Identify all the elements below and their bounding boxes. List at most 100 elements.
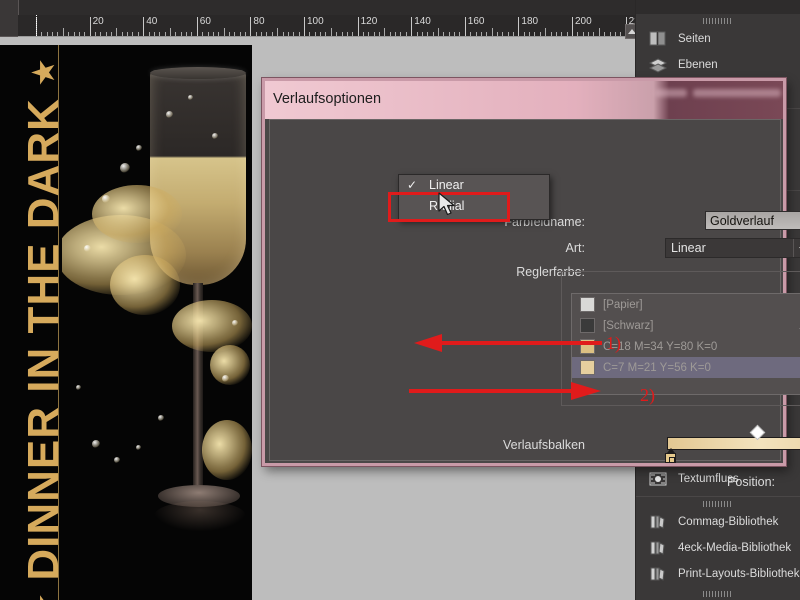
ruler-tick-minor: [400, 32, 402, 36]
ruler-tick-minor: [379, 32, 381, 36]
dock-item-print-layouts-bibliothek[interactable]: Print-Layouts-Bibliothek: [636, 561, 800, 587]
ruler-tick-minor: [523, 32, 525, 36]
swatch-name-input[interactable]: Goldverlauf: [705, 211, 800, 230]
dock-drag-grip[interactable]: [703, 18, 733, 24]
title-highlight-a: [655, 89, 687, 97]
position-label: Position:: [727, 475, 775, 489]
document-page[interactable]: ★ DINNER IN THE DARK ★: [0, 45, 252, 600]
ruler-tick-minor: [116, 28, 118, 36]
library-icon: [648, 565, 668, 583]
ruler-label: 180: [521, 16, 539, 27]
splash-shape: [110, 255, 180, 315]
ruler-tick-minor: [277, 28, 279, 36]
dock-item-seiten[interactable]: Seiten: [636, 26, 800, 52]
swatch-row[interactable]: [Papier]: [572, 294, 800, 315]
dock-drag-grip[interactable]: [703, 501, 733, 507]
ruler-tick-major: [89, 17, 91, 36]
ruler-tick-minor: [186, 32, 188, 36]
splash-shape: [172, 300, 252, 352]
ruler-tick-minor: [534, 32, 536, 36]
ruler-tick-minor: [432, 32, 434, 36]
ruler-tick-minor: [448, 32, 450, 36]
ruler-tick-minor: [121, 32, 123, 36]
gradient-ramp[interactable]: [667, 437, 800, 450]
ruler-tick-major: [572, 17, 573, 36]
ruler-tick-minor: [218, 32, 220, 36]
ruler-tick-minor: [78, 32, 80, 36]
ruler-tick-minor: [470, 32, 472, 36]
annotation-label-2: 2): [640, 385, 655, 405]
ruler-tick-minor: [604, 32, 606, 36]
gradient-type-label: Art:: [565, 241, 585, 255]
mouse-cursor-icon: [438, 192, 455, 216]
app-top-strip: [0, 0, 640, 15]
ruler-tick-minor: [207, 32, 209, 36]
ruler-tick-minor: [539, 32, 541, 36]
ruler-tick-minor: [287, 32, 289, 36]
ruler-tick-minor: [438, 28, 439, 36]
ruler-tick-minor: [164, 32, 166, 36]
ruler-tick-minor: [73, 32, 75, 36]
ruler-tick-minor: [513, 32, 515, 36]
gradient-ramp-label: Verlaufsbalken: [502, 438, 585, 452]
poster-headline: ★ DINNER IN THE DARK ★: [19, 58, 69, 600]
bubble: [120, 163, 130, 173]
dock-item-ebenen[interactable]: Ebenen: [636, 52, 800, 78]
ruler-tick-minor: [384, 28, 386, 36]
ruler-tick-minor: [507, 32, 509, 36]
ruler-tick-minor: [105, 32, 107, 36]
horizontal-ruler[interactable]: 20406080100120140160180200220: [18, 15, 640, 37]
ruler-tick-minor: [609, 32, 611, 36]
ruler-tick-minor: [202, 32, 204, 36]
dock-group-1: Seiten Ebenen: [636, 14, 800, 78]
bubble: [158, 415, 164, 421]
ruler-tick-minor: [421, 32, 423, 36]
dock-item-commag-bibliothek[interactable]: Commag-Bibliothek: [636, 509, 800, 535]
star-icon-right: ★: [28, 58, 59, 85]
ruler-tick-minor: [255, 32, 257, 36]
pages-icon: [648, 30, 668, 48]
ruler-tick-minor: [362, 32, 364, 36]
ruler-label: 100: [307, 16, 324, 27]
dock-item-label: Commag-Bibliothek: [678, 516, 779, 528]
dock-item-4eck-media-bibliothek[interactable]: 4eck-Media-Bibliothek: [636, 535, 800, 561]
bubble: [102, 195, 110, 203]
ruler-tick-minor: [529, 32, 531, 36]
ruler-tick-major: [518, 17, 520, 36]
ruler-tick-minor: [454, 32, 456, 36]
ruler-tick-minor: [577, 32, 579, 36]
ruler-tick-minor: [555, 32, 557, 36]
stop-color-label: Reglerfarbe:: [516, 265, 585, 279]
ruler-tick-minor: [491, 28, 493, 36]
ruler-tick-minor: [475, 32, 477, 36]
gradient-stop-start[interactable]: [665, 448, 676, 463]
ruler-tick-minor: [180, 32, 182, 36]
ruler-origin-box[interactable]: [0, 0, 19, 37]
ruler-tick-minor: [309, 32, 311, 36]
ruler-tick-major: [143, 17, 145, 36]
ruler-tick-minor: [127, 32, 129, 36]
ruler-tick-minor: [561, 32, 563, 36]
ruler-tick-minor: [389, 32, 391, 36]
dock-drag-grip[interactable]: [703, 591, 733, 597]
ruler-tick-major: [304, 17, 305, 36]
bubble: [84, 245, 91, 252]
bubble: [232, 320, 238, 326]
ruler-tick-minor: [352, 32, 354, 36]
ruler-label: 20: [92, 16, 104, 27]
ruler-tick-minor: [550, 32, 552, 36]
ruler-tick-minor: [239, 32, 241, 36]
swatch-row-selected[interactable]: C=7 M=21 Y=56 K=0: [572, 357, 800, 378]
swatch-name: [Schwarz]: [603, 319, 654, 332]
chevron-down-icon[interactable]: [793, 239, 800, 257]
ruler-label: 120: [360, 16, 378, 27]
ruler-tick-minor: [153, 32, 155, 36]
star-icon-left: ★: [28, 594, 59, 600]
ruler-tick-minor: [212, 32, 214, 36]
dialog-title-bar[interactable]: Verlaufsoptionen: [265, 81, 783, 119]
ruler-tick-minor: [132, 32, 134, 36]
ruler-tick-major: [464, 17, 466, 36]
ruler-tick-minor: [62, 28, 64, 36]
gradient-type-combobox[interactable]: Linear: [665, 238, 800, 258]
ruler-label: 80: [253, 16, 265, 27]
